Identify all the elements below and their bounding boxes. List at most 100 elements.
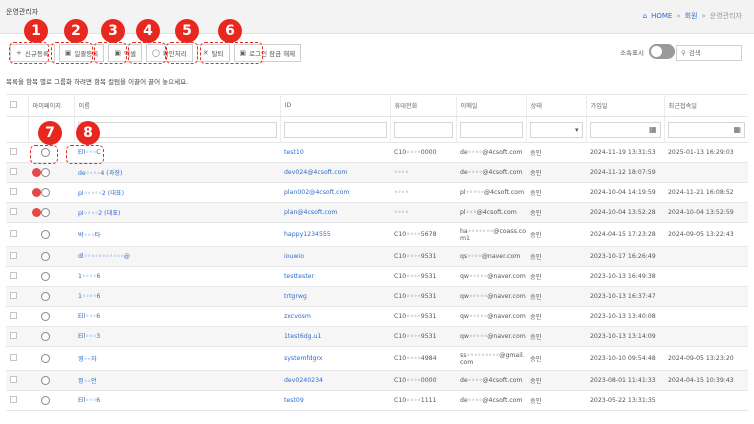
id-link[interactable]: plan@4csoft.com: [284, 209, 338, 216]
id-cell[interactable]: happy1234555: [280, 222, 390, 247]
name-link[interactable]: Ell◦◦◦C: [78, 149, 101, 156]
name-cell[interactable]: Ell◦◦◦C: [74, 142, 280, 163]
table-row[interactable]: 정◦◦언 dev0240234 C10◦◦◦◦0000 de◦◦◦◦@4csoft.c…: [6, 370, 748, 391]
id-cell[interactable]: systemfdgrx: [280, 346, 390, 371]
row-checkbox[interactable]: [10, 252, 17, 259]
id-cell[interactable]: zxcvosm: [280, 306, 390, 327]
col-email[interactable]: 이메일: [455, 94, 526, 117]
mypage-radio-icon[interactable]: [41, 376, 50, 385]
id-link[interactable]: trtgrwg: [284, 293, 307, 300]
id-cell[interactable]: plan002@4csoft.com: [280, 182, 390, 203]
name-link[interactable]: 정◦◦언: [78, 378, 97, 385]
table-row[interactable]: Ell◦◦◦6 test09 C10◦◦◦◦1111 de◦◦◦◦@4csoft.co…: [6, 390, 748, 411]
name-link[interactable]: dl◦◦◦◦◦◦◦◦◦◦◦@: [78, 253, 130, 260]
email-filter-input[interactable]: [459, 121, 523, 138]
table-row[interactable]: Ell◦◦◦C test10 C10◦◦◦◦0000 de◦◦◦◦@4csoft.co…: [6, 142, 748, 163]
row-checkbox[interactable]: [10, 188, 17, 195]
id-cell[interactable]: test10: [280, 142, 390, 163]
table-row[interactable]: 영◦◦자 systemfdgrx C10◦◦◦◦4984 ss◦◦◦◦◦◦◦◦◦@gm…: [6, 346, 748, 371]
name-link[interactable]: Ell◦◦◦6: [78, 397, 100, 404]
row-checkbox[interactable]: [10, 272, 17, 279]
table-row[interactable]: 1◦◦◦◦6 testtester C10◦◦◦◦9531 qw◦◦◦◦◦@naver…: [6, 266, 748, 287]
home-icon[interactable]: ⌂: [643, 12, 647, 20]
row-checkbox[interactable]: [10, 168, 17, 175]
col-phone[interactable]: 휴대전화: [389, 94, 456, 117]
col-select-all[interactable]: [6, 94, 28, 117]
id-cell[interactable]: dev0240234: [280, 370, 390, 391]
id-link[interactable]: testtester: [284, 273, 314, 280]
id-cell[interactable]: iouwio: [280, 246, 390, 267]
table-row[interactable]: dl◦◦◦◦◦◦◦◦◦◦◦@ iouwio C10◦◦◦◦9531 qs◦◦◦◦@na…: [6, 246, 748, 267]
mypage-radio-icon[interactable]: [41, 208, 50, 217]
name-link[interactable]: 박◦◦◦타: [78, 232, 100, 239]
col-status[interactable]: 상태: [525, 94, 586, 117]
last-access-date-filter[interactable]: [667, 121, 745, 138]
mypage-radio-icon[interactable]: [41, 148, 50, 157]
mypage-radio-icon[interactable]: [41, 312, 50, 321]
phone-filter-input[interactable]: [393, 121, 453, 138]
unlock-login-button[interactable]: ▣ 로그인 잠금 해제: [233, 44, 302, 62]
name-cell[interactable]: 정◦◦언: [74, 370, 280, 391]
name-link[interactable]: de◦◦◦◦4 (과장): [78, 170, 122, 177]
mypage-radio-icon[interactable]: [41, 354, 50, 363]
name-link[interactable]: pl◦◦◦◦◦2 (대표): [78, 190, 124, 197]
id-filter-input[interactable]: [283, 121, 387, 138]
table-row[interactable]: 1◦◦◦◦6 trtgrwg C10◦◦◦◦9531 qw◦◦◦◦◦@naver.co…: [6, 286, 748, 307]
name-cell[interactable]: Ell◦◦◦3: [74, 326, 280, 347]
excel-button[interactable]: ▣ 엑셀: [108, 44, 142, 62]
row-checkbox[interactable]: [10, 148, 17, 155]
name-link[interactable]: 1◦◦◦◦6: [78, 293, 100, 300]
name-link[interactable]: pl◦◦◦◦2 (대표): [78, 210, 120, 217]
name-cell[interactable]: 영◦◦자: [74, 346, 280, 371]
name-link[interactable]: 영◦◦자: [78, 356, 97, 363]
name-link[interactable]: Ell◦◦◦6: [78, 313, 100, 320]
table-row[interactable]: Ell◦◦◦3 1test6dg.u1 C10◦◦◦◦9531 qw◦◦◦◦◦@nav…: [6, 326, 748, 347]
group-display-toggle[interactable]: [648, 44, 675, 59]
row-checkbox[interactable]: [10, 312, 17, 319]
id-cell[interactable]: test09: [280, 390, 390, 411]
name-link[interactable]: Ell◦◦◦3: [78, 333, 100, 340]
col-last-access[interactable]: 최근접속일: [663, 94, 748, 117]
search-icon[interactable]: ⚲: [681, 49, 686, 57]
id-link[interactable]: plan002@4csoft.com: [284, 189, 349, 196]
id-cell[interactable]: 1test6dg.u1: [280, 326, 390, 347]
breadcrumb-member[interactable]: 회원: [685, 11, 698, 21]
id-link[interactable]: test09: [284, 397, 304, 404]
select-all-checkbox[interactable]: [10, 101, 17, 108]
name-cell[interactable]: pl◦◦◦◦2 (대표): [74, 202, 280, 223]
name-cell[interactable]: de◦◦◦◦4 (과장): [74, 162, 280, 183]
mypage-radio-icon[interactable]: [41, 188, 50, 197]
id-link[interactable]: iouwio: [284, 253, 304, 260]
row-checkbox[interactable]: [10, 376, 17, 383]
table-row[interactable]: pl◦◦◦◦◦2 (대표) plan002@4csoft.com ◦◦◦◦ pl◦◦◦…: [6, 182, 748, 203]
mypage-radio-icon[interactable]: [41, 292, 50, 301]
row-checkbox[interactable]: [10, 332, 17, 339]
name-cell[interactable]: 박◦◦◦타: [74, 222, 280, 247]
joined-date-filter[interactable]: [589, 121, 661, 138]
row-checkbox[interactable]: [10, 208, 17, 215]
name-cell[interactable]: 1◦◦◦◦6: [74, 286, 280, 307]
mypage-radio-icon[interactable]: [41, 396, 50, 405]
col-id[interactable]: ID: [279, 94, 390, 117]
bulk-register-button[interactable]: ▣ 일괄등록: [58, 44, 105, 62]
col-joined[interactable]: 가입일: [585, 94, 664, 117]
name-cell[interactable]: dl◦◦◦◦◦◦◦◦◦◦◦@: [74, 246, 280, 267]
col-name[interactable]: 이름: [73, 94, 280, 117]
breadcrumb-home[interactable]: HOME: [651, 12, 672, 20]
id-cell[interactable]: plan@4csoft.com: [280, 202, 390, 223]
status-filter-select[interactable]: [529, 121, 583, 138]
id-link[interactable]: zxcvosm: [284, 313, 311, 320]
row-checkbox[interactable]: [10, 396, 17, 403]
id-link[interactable]: systemfdgrx: [284, 355, 322, 362]
name-cell[interactable]: Ell◦◦◦6: [74, 306, 280, 327]
name-link[interactable]: 1◦◦◦◦6: [78, 273, 100, 280]
row-checkbox[interactable]: [10, 230, 17, 237]
id-cell[interactable]: dev024@4csoft.com: [280, 162, 390, 183]
table-row[interactable]: 박◦◦◦타 happy1234555 C10◦◦◦◦5678 ha◦◦◦◦◦◦◦@co…: [6, 222, 748, 247]
id-link[interactable]: test10: [284, 149, 304, 156]
mypage-radio-icon[interactable]: [41, 272, 50, 281]
name-cell[interactable]: pl◦◦◦◦◦2 (대표): [74, 182, 280, 203]
withdraw-button[interactable]: ✕ 탈퇴: [196, 44, 230, 62]
id-link[interactable]: dev0240234: [284, 377, 323, 384]
id-cell[interactable]: testtester: [280, 266, 390, 287]
